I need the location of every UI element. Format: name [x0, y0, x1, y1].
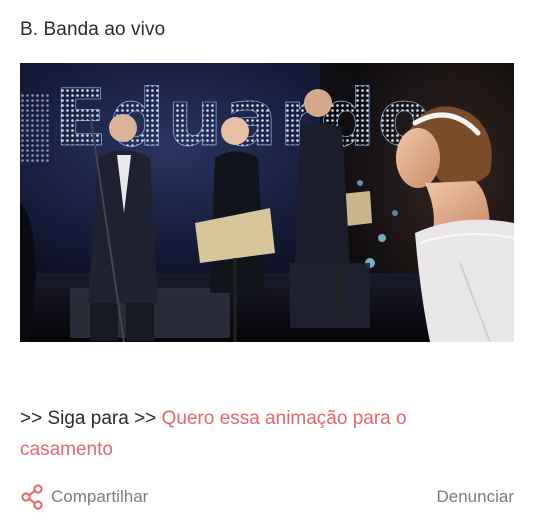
band-photo: Eduardo: [20, 63, 514, 342]
share-icon: [20, 484, 44, 510]
follow-prefix: >> Siga para >>: [20, 408, 162, 429]
report-button[interactable]: Denunciar: [437, 487, 515, 507]
action-bar: Compartilhar Denunciar: [20, 482, 514, 512]
share-button[interactable]: Compartilhar: [20, 484, 148, 510]
led-sign-text: Eduardo: [54, 74, 433, 164]
follow-paragraph: >> Siga para >> Quero essa animação para…: [20, 403, 490, 465]
post-heading: B. Banda ao vivo: [20, 19, 166, 40]
share-label: Compartilhar: [51, 487, 149, 506]
